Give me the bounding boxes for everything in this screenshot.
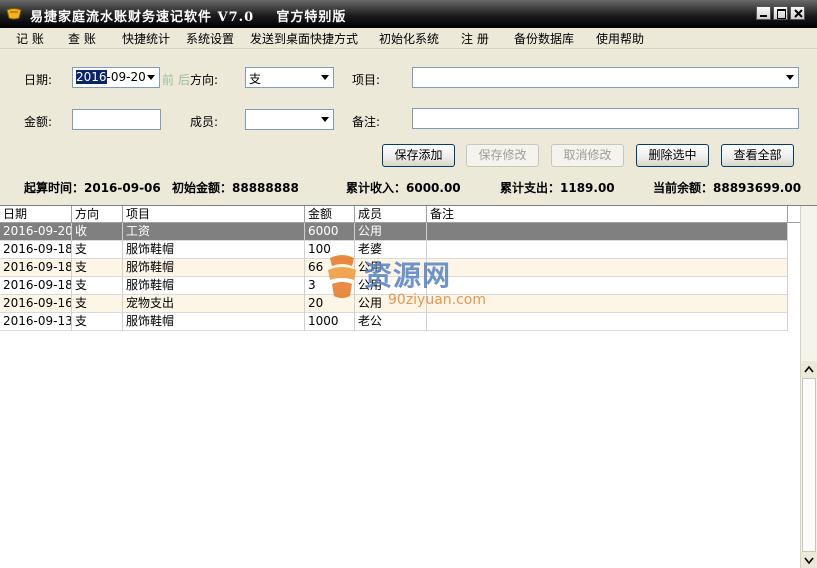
total-expense-text: 累计支出：1189.00 (500, 181, 615, 195)
watermark: 资源网 90ziyuan.com (322, 252, 502, 312)
table-header: 日期 方向 项目 金额 成员 备注 (0, 206, 800, 223)
cell-direction: 支 (72, 295, 123, 313)
menu-query[interactable]: 查 账 (68, 30, 96, 47)
menu-help[interactable]: 使用帮助 (596, 30, 644, 47)
minimize-button[interactable] (756, 6, 771, 20)
start-time-text: 起算时间：2016-09-06 (24, 181, 161, 195)
amount-input[interactable] (72, 109, 161, 130)
cell-item: 服饰鞋帽 (123, 277, 305, 295)
menu-bookkeeping[interactable]: 记 账 (16, 30, 44, 47)
cell-direction: 收 (72, 223, 123, 241)
maximize-button[interactable] (773, 6, 788, 20)
current-balance-text: 当前余额：88893699.00 (653, 181, 802, 195)
menu-desktop-shortcut[interactable]: 发送到桌面快捷方式 (250, 30, 358, 47)
total-income-text: 累计收入：6000.00 (346, 181, 461, 195)
app-logo-icon (6, 8, 22, 20)
menu-backup[interactable]: 备份数据库 (514, 30, 574, 47)
entry-form: 日期: 2016-09-20 前 后 方向: 支 项目: 金额: 成员: 备注: (0, 48, 817, 206)
item-select[interactable] (412, 67, 799, 88)
header-date[interactable]: 日期 (0, 206, 72, 223)
initial-amount-text: 初始金额：88888888 (172, 181, 299, 195)
date-rest: -09-20 (106, 70, 146, 84)
cell-member: 老公 (355, 313, 427, 331)
cell-direction: 支 (72, 313, 123, 331)
menu-bar: 记 账 查 账 快捷统计 系统设置 发送到桌面快捷方式 初始化系统 注 册 备份… (0, 28, 817, 48)
watermark-logo-icon (328, 255, 356, 298)
window-title: 易捷家庭流水账财务速记软件 V7.0 官方特别版 (30, 10, 347, 25)
cell-member: 公用 (355, 223, 427, 241)
delete-selected-button[interactable]: 删除选中 (636, 144, 709, 167)
cell-item: 服饰鞋帽 (123, 313, 305, 331)
next-date-link[interactable]: 后 (178, 71, 190, 88)
cell-amount: 1000 (305, 313, 355, 331)
menu-quick-stats[interactable]: 快捷统计 (122, 30, 170, 47)
cell-date: 2016-09-20 (0, 223, 72, 241)
cell-direction: 支 (72, 241, 123, 259)
chevron-down-icon (804, 557, 814, 565)
amount-label: 金额: (24, 115, 53, 129)
chevron-down-icon (321, 117, 329, 122)
menu-register[interactable]: 注 册 (461, 30, 489, 47)
cell-note (427, 223, 788, 241)
save-add-button[interactable]: 保存添加 (382, 144, 455, 167)
direction-label: 方向: (190, 73, 219, 87)
item-label: 项目: (352, 73, 381, 87)
watermark-cn-text: 资源网 (364, 259, 452, 292)
scroll-down-button[interactable] (801, 552, 817, 568)
chevron-down-icon (786, 75, 794, 80)
watermark-en-text: 90ziyuan.com (388, 292, 487, 308)
cell-note (427, 313, 788, 331)
cell-item: 服饰鞋帽 (123, 241, 305, 259)
scrollbar-track-top (801, 206, 817, 361)
scroll-up-button[interactable] (801, 361, 817, 378)
header-member[interactable]: 成员 (355, 206, 427, 223)
member-label: 成员: (190, 115, 219, 129)
cell-date: 2016-09-16 (0, 295, 72, 313)
cell-date: 2016-09-18 (0, 241, 72, 259)
cell-direction: 支 (72, 259, 123, 277)
note-label: 备注: (352, 115, 381, 129)
cell-item: 工资 (123, 223, 305, 241)
cell-direction: 支 (72, 277, 123, 295)
table-row[interactable]: 2016-09-20 收 工资 6000 公用 (0, 223, 788, 241)
date-year: 2016 (76, 70, 107, 84)
header-item[interactable]: 项目 (123, 206, 305, 223)
header-amount[interactable]: 金额 (305, 206, 355, 223)
direction-select[interactable]: 支 (245, 67, 334, 88)
scrollbar-thumb[interactable] (802, 378, 816, 552)
cancel-edit-button[interactable]: 取消修改 (551, 144, 624, 167)
date-picker[interactable]: 2016-09-20 (72, 67, 160, 88)
cell-item: 服饰鞋帽 (123, 259, 305, 277)
menu-system-settings[interactable]: 系统设置 (186, 30, 234, 47)
view-all-button[interactable]: 查看全部 (721, 144, 794, 167)
cell-date: 2016-09-13 (0, 313, 72, 331)
prev-date-link[interactable]: 前 (162, 71, 174, 88)
header-direction[interactable]: 方向 (72, 206, 123, 223)
date-label: 日期: (24, 73, 53, 87)
note-input[interactable] (412, 108, 799, 129)
chevron-down-icon (147, 75, 155, 80)
app-window: 易捷家庭流水账财务速记软件 V7.0 官方特别版 记 账 查 账 快捷统计 系统… (0, 0, 817, 568)
save-edit-button[interactable]: 保存修改 (466, 144, 539, 167)
chevron-up-icon (804, 365, 814, 373)
header-note[interactable]: 备注 (427, 206, 788, 223)
direction-value: 支 (249, 72, 262, 86)
cell-date: 2016-09-18 (0, 277, 72, 295)
cell-date: 2016-09-18 (0, 259, 72, 277)
vertical-scrollbar[interactable] (800, 206, 817, 568)
title-bar[interactable]: 易捷家庭流水账财务速记软件 V7.0 官方特别版 (0, 0, 817, 28)
close-button[interactable] (790, 6, 805, 20)
menu-initialize[interactable]: 初始化系统 (379, 30, 439, 47)
member-select[interactable] (245, 109, 334, 130)
cell-item: 宠物支出 (123, 295, 305, 313)
cell-amount: 6000 (305, 223, 355, 241)
table-row[interactable]: 2016-09-13 支 服饰鞋帽 1000 老公 (0, 313, 788, 331)
close-icon (794, 9, 803, 18)
chevron-down-icon (321, 75, 329, 80)
